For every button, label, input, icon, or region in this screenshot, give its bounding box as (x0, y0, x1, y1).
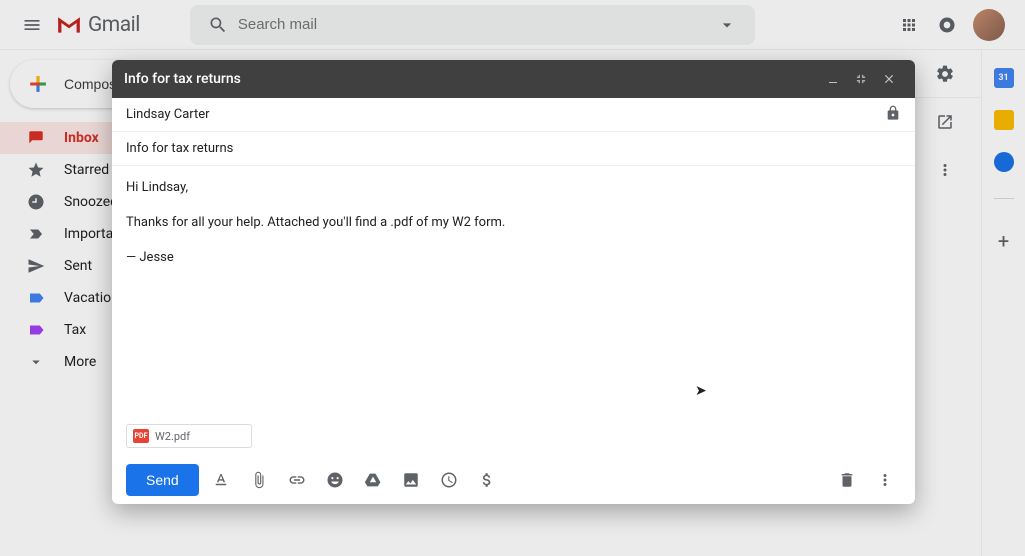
more-icon[interactable] (935, 160, 955, 180)
formatting-icon[interactable] (205, 464, 237, 496)
attachment-name: W2.pdf (155, 430, 190, 443)
emoji-icon[interactable] (319, 464, 351, 496)
send-button[interactable]: Send (126, 464, 199, 496)
keep-addon-icon[interactable] (994, 110, 1014, 130)
dialog-title: Info for tax returns (124, 71, 241, 87)
search-input[interactable] (238, 16, 707, 33)
close-icon[interactable] (875, 65, 903, 93)
avatar[interactable] (973, 9, 1005, 41)
link-icon[interactable] (281, 464, 313, 496)
main-header: Gmail (0, 0, 1025, 50)
label-icon (26, 321, 46, 339)
inbox-icon (26, 129, 46, 147)
subject-text: Info for tax returns (126, 141, 233, 156)
fullscreen-exit-icon[interactable] (847, 65, 875, 93)
search-box[interactable] (190, 5, 755, 45)
search-options-icon[interactable] (707, 15, 747, 35)
star-icon (26, 161, 46, 179)
menu-icon[interactable] (8, 1, 56, 49)
recipient-chip: Lindsay Carter (126, 107, 210, 122)
sidebar-item-label: Tax (64, 322, 86, 338)
money-icon[interactable] (471, 464, 503, 496)
sent-icon (26, 257, 46, 275)
sidebar-item-label: Inbox (64, 130, 99, 146)
confidential-icon[interactable] (433, 464, 465, 496)
dialog-footer: Send (112, 456, 915, 504)
image-icon[interactable] (395, 464, 427, 496)
open-new-icon[interactable] (935, 112, 955, 132)
body-text: Thanks for all your help. Attached you'l… (126, 213, 901, 234)
gear-icon[interactable] (935, 64, 955, 84)
minimize-icon[interactable] (819, 65, 847, 93)
sidebar-item-label: Snoozed (64, 194, 118, 210)
pdf-icon: PDF (133, 429, 149, 443)
divider (994, 198, 1014, 199)
dialog-header: Info for tax returns (112, 60, 915, 98)
body-signature: — Jesse (126, 248, 901, 269)
expand-icon (26, 353, 46, 371)
trash-icon[interactable] (831, 464, 863, 496)
search-icon[interactable] (198, 15, 238, 35)
attach-icon[interactable] (243, 464, 275, 496)
tasks-addon-icon[interactable] (994, 152, 1014, 172)
subject-row[interactable]: Info for tax returns (112, 132, 915, 166)
lock-icon[interactable] (885, 105, 901, 125)
sidebar-item-label: Sent (64, 258, 92, 274)
body-greeting: Hi Lindsay, (126, 178, 901, 199)
recipients-row[interactable]: Lindsay Carter (112, 98, 915, 132)
more-options-icon[interactable] (869, 464, 901, 496)
compose-dialog: Info for tax returns Lindsay Carter Info… (112, 60, 915, 504)
drive-icon[interactable] (357, 464, 389, 496)
sidebar-item-label: More (64, 354, 96, 370)
label-icon (26, 289, 46, 307)
right-panel: 31 + (981, 50, 1025, 556)
plus-icon (24, 70, 52, 98)
clock-icon (26, 193, 46, 211)
apps-icon[interactable] (897, 13, 921, 37)
attachment-chip[interactable]: PDF W2.pdf (126, 424, 252, 448)
notifications-icon[interactable] (935, 13, 959, 37)
header-right (897, 9, 1017, 41)
message-body[interactable]: Hi Lindsay, Thanks for all your help. At… (112, 166, 915, 424)
sidebar-item-label: Vacation (64, 290, 119, 306)
add-addon-icon[interactable]: + (998, 229, 1009, 253)
sidebar-item-label: Starred (64, 162, 109, 178)
gmail-logo[interactable]: Gmail (56, 13, 140, 37)
logo-text: Gmail (88, 13, 140, 37)
calendar-addon-icon[interactable]: 31 (994, 68, 1014, 88)
important-icon (26, 225, 46, 243)
